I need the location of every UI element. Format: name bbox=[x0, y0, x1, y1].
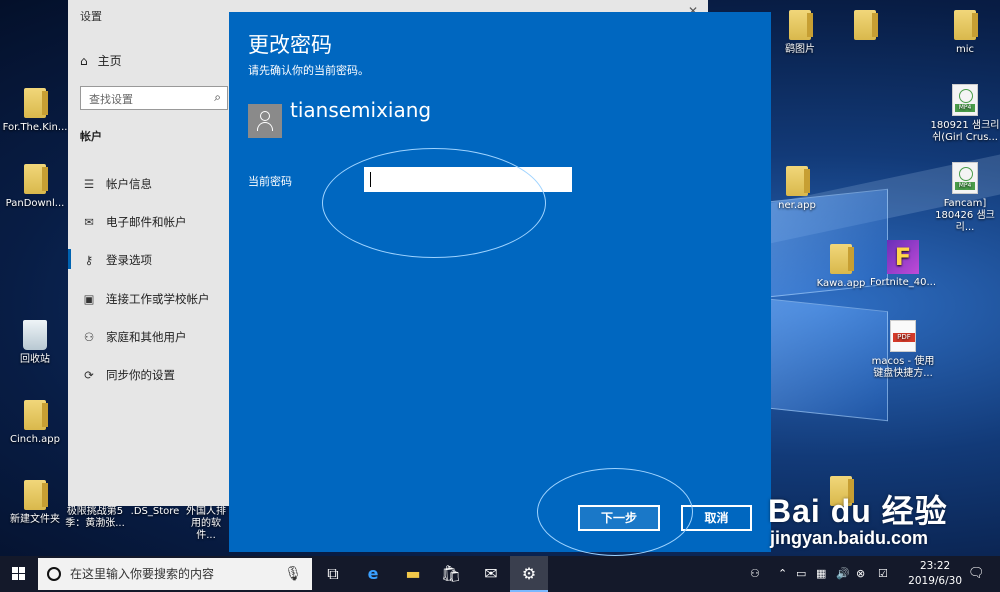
desktop-folder-icon[interactable] bbox=[806, 476, 876, 510]
clock-time: 23:22 bbox=[919, 560, 951, 572]
add-person-icon: ⚇ bbox=[83, 330, 95, 344]
username: tiansemixiang bbox=[290, 98, 432, 122]
change-password-dialog: 更改密码 请先确认你的当前密码。 tiansemixiang 当前密码 下一步 … bbox=[229, 12, 771, 556]
folder-icon bbox=[24, 400, 48, 430]
microphone-icon[interactable]: 🎙 bbox=[284, 558, 302, 590]
desktop-folder-icon[interactable]: 鹞图片 bbox=[765, 10, 835, 56]
nav-work-school[interactable]: ▣ 连接工作或学校帐户 bbox=[80, 291, 210, 307]
email-icon: ✉ bbox=[84, 215, 94, 229]
folder-icon bbox=[854, 10, 878, 40]
next-button[interactable]: 下一步 bbox=[578, 505, 660, 531]
desktop-video-file[interactable]: MP4 Fancam] 180426 샘크리... bbox=[930, 162, 1000, 234]
video-file-icon: MP4 bbox=[952, 162, 978, 194]
checkbox-icon[interactable]: ☑ bbox=[878, 556, 888, 592]
mail-icon[interactable]: ✉ bbox=[472, 556, 510, 592]
desktop-recycle-bin[interactable]: 回收站 bbox=[0, 320, 70, 366]
taskbar: 在这里输入你要搜索的内容 🎙 ⧉ e ▬ 🛍 ✉ ⚙ ⚇ ⌃ ▭ ▦ 🔊 ⊗ ☑… bbox=[0, 556, 1000, 592]
folder-icon bbox=[789, 10, 813, 40]
chevron-up-icon[interactable]: ⌃ bbox=[778, 556, 787, 592]
desktop-app-icon[interactable]: F Fortnite_40... bbox=[868, 240, 938, 289]
dialog-subtitle: 请先确认你的当前密码。 bbox=[248, 64, 369, 77]
desktop-folder-icon[interactable]: Cinch.app bbox=[0, 400, 70, 446]
dialog-title: 更改密码 bbox=[248, 33, 332, 57]
folder-icon bbox=[830, 244, 854, 274]
desktop-folder-icon[interactable]: ner.app bbox=[762, 166, 832, 212]
folder-icon bbox=[830, 476, 854, 506]
desktop-folder-icon[interactable] bbox=[830, 10, 900, 44]
close-circle-icon[interactable]: ⊗ bbox=[856, 556, 865, 592]
briefcase-icon: ▣ bbox=[83, 292, 95, 306]
highlight-ellipse bbox=[322, 148, 546, 258]
store-icon[interactable]: 🛍 bbox=[432, 556, 470, 592]
desktop-video-file[interactable]: MP4 180921 샘크리쉬(Girl Crus... bbox=[930, 84, 1000, 144]
desktop-file-icon[interactable]: 外国人排用的软件... bbox=[182, 506, 230, 542]
nav-home[interactable]: ⌂ 主页 bbox=[80, 52, 122, 69]
recycle-bin-icon bbox=[23, 320, 47, 350]
account-info-icon: ☰ bbox=[83, 177, 95, 191]
settings-gear-icon[interactable]: ⚙ bbox=[510, 556, 548, 592]
current-password-input[interactable] bbox=[364, 167, 572, 192]
home-icon: ⌂ bbox=[80, 54, 88, 68]
taskbar-search-box[interactable]: 在这里输入你要搜索的内容 🎙 bbox=[38, 558, 312, 590]
key-icon: ⚷ bbox=[84, 253, 94, 267]
people-icon[interactable]: ⚇ bbox=[750, 556, 760, 592]
desktop-folder-icon[interactable]: For.The.Kin... bbox=[0, 88, 70, 134]
nav-family-users[interactable]: ⚇ 家庭和其他用户 bbox=[80, 329, 187, 345]
notification-icon[interactable]: 🗨 bbox=[968, 556, 985, 592]
password-label: 当前密码 bbox=[248, 175, 292, 188]
nav-account-info[interactable]: ☰ 帐户信息 bbox=[80, 176, 152, 192]
text-caret bbox=[370, 172, 371, 187]
folder-icon bbox=[24, 164, 48, 194]
user-icon bbox=[260, 111, 270, 121]
network-icon[interactable]: ▦ bbox=[816, 556, 826, 592]
settings-search-input[interactable]: 查找设置 ⌕ bbox=[80, 86, 228, 110]
volume-icon[interactable]: 🔊 bbox=[836, 556, 850, 592]
pdf-file-icon: PDF bbox=[890, 320, 916, 352]
start-button[interactable] bbox=[0, 556, 38, 592]
section-heading: 帐户 bbox=[80, 130, 102, 143]
folder-icon bbox=[24, 88, 48, 118]
fortnite-icon: F bbox=[887, 240, 919, 274]
video-file-icon: MP4 bbox=[952, 84, 978, 116]
battery-icon[interactable]: ▭ bbox=[796, 556, 806, 592]
edge-icon[interactable]: e bbox=[354, 556, 392, 592]
nav-email-accounts[interactable]: ✉ 电子邮件和帐户 bbox=[80, 214, 186, 230]
desktop-folder-icon[interactable]: Kawa.app bbox=[806, 244, 876, 290]
nav-sign-in-options[interactable]: ⚷ 登录选项 bbox=[68, 249, 152, 269]
cancel-button[interactable]: 取消 bbox=[681, 505, 752, 531]
folder-icon bbox=[786, 166, 810, 196]
desktop-folder-icon[interactable]: PanDownl... bbox=[0, 164, 70, 210]
folder-icon bbox=[24, 480, 48, 510]
nav-sync-settings[interactable]: ⟳ 同步你的设置 bbox=[80, 367, 175, 383]
desktop-folder-icon[interactable]: mic bbox=[930, 10, 1000, 56]
file-explorer-icon[interactable]: ▬ bbox=[394, 556, 432, 592]
system-clock[interactable]: 23:22 2019/6/30 bbox=[908, 559, 962, 589]
avatar bbox=[248, 104, 282, 138]
search-icon: ⌕ bbox=[214, 90, 221, 104]
task-view-icon[interactable]: ⧉ bbox=[314, 556, 352, 592]
clock-date: 2019/6/30 bbox=[908, 575, 962, 587]
sync-icon: ⟳ bbox=[84, 368, 94, 382]
cortana-icon bbox=[47, 567, 61, 581]
folder-icon bbox=[954, 10, 978, 40]
desktop-pdf-file[interactable]: PDF macos - 使用键盘快捷方... bbox=[868, 320, 938, 380]
desktop-file-icon[interactable]: .DS_Store bbox=[120, 506, 190, 518]
